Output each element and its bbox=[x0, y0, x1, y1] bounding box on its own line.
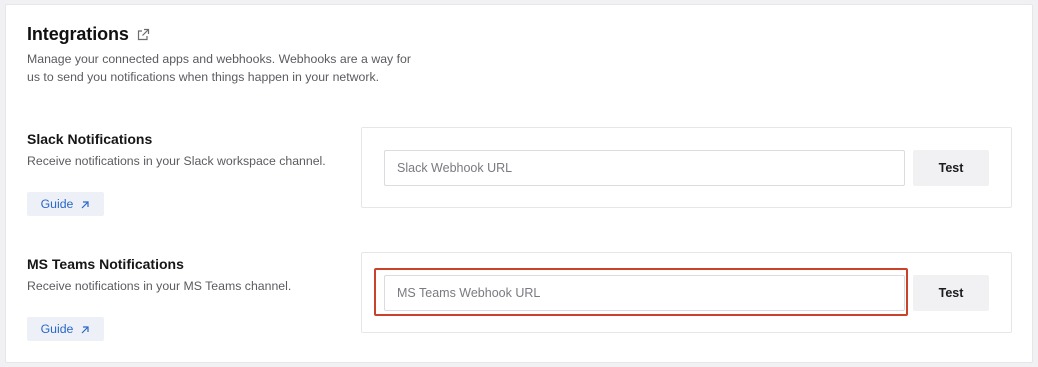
integrations-panel: Integrations Manage your connected apps … bbox=[5, 4, 1033, 363]
guide-label: Guide bbox=[40, 322, 74, 336]
page-title: Integrations bbox=[27, 24, 129, 44]
msteams-test-button[interactable]: Test bbox=[913, 275, 989, 311]
page-subtitle: Manage your connected apps and webhooks.… bbox=[27, 52, 411, 84]
title-row: Integrations bbox=[27, 24, 150, 45]
msteams-webhook-card: Test bbox=[361, 252, 1012, 333]
msteams-section-title: MS Teams Notifications bbox=[27, 256, 184, 272]
external-link-icon[interactable] bbox=[137, 28, 150, 41]
guide-label: Guide bbox=[40, 197, 74, 211]
slack-section-title: Slack Notifications bbox=[27, 131, 153, 147]
msteams-guide-button[interactable]: Guide bbox=[27, 317, 104, 341]
slack-webhook-card: Test bbox=[361, 127, 1012, 208]
slack-guide-button[interactable]: Guide bbox=[27, 192, 104, 216]
arrow-up-right-icon bbox=[80, 199, 90, 209]
msteams-webhook-input[interactable] bbox=[384, 275, 905, 311]
slack-webhook-input[interactable] bbox=[384, 150, 905, 186]
arrow-up-right-icon bbox=[80, 324, 90, 334]
slack-test-button[interactable]: Test bbox=[913, 150, 989, 186]
msteams-section-description: Receive notifications in your MS Teams c… bbox=[27, 279, 292, 293]
slack-section-description: Receive notifications in your Slack work… bbox=[27, 154, 326, 168]
